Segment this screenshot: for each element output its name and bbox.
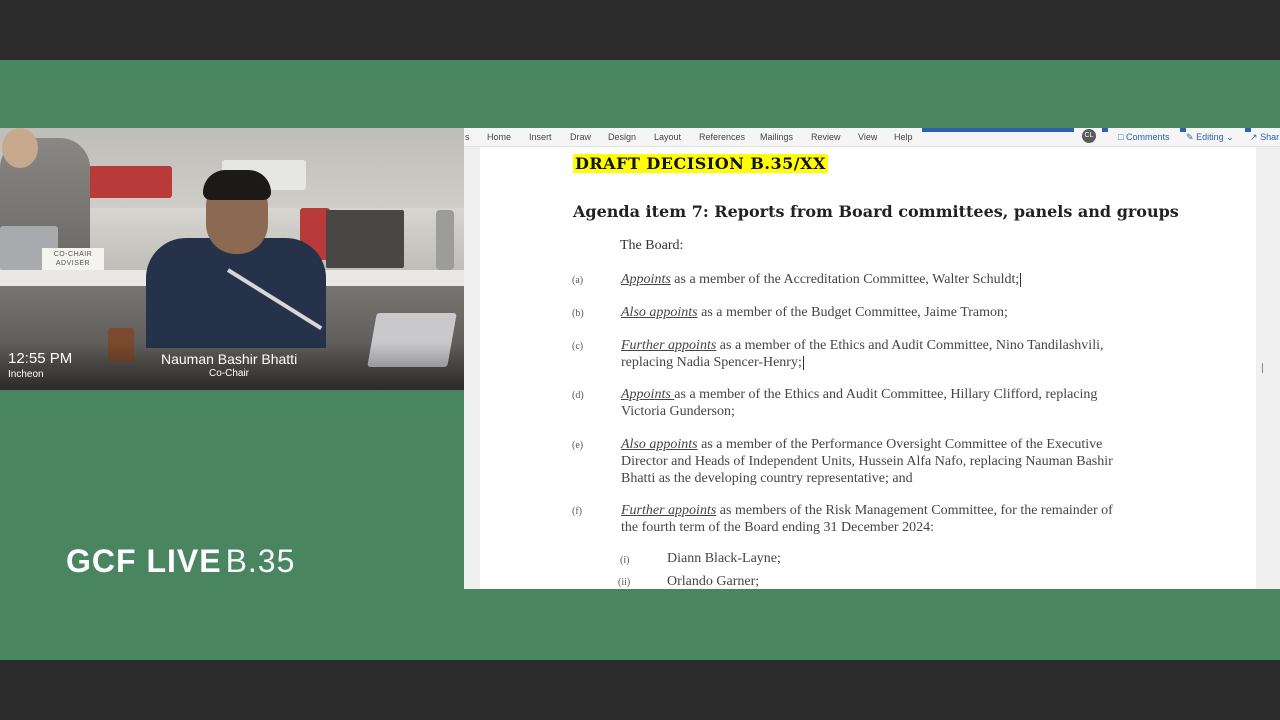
item-text: as a member of the Budget Committee, Jai… bbox=[697, 305, 1008, 320]
item-text: as members of the Risk Management Commit… bbox=[716, 503, 1113, 518]
document-page[interactable]: DRAFT DECISION B.35/XX Agenda item 7: Re… bbox=[480, 147, 1256, 589]
item-text-line2: Director and Heads of Independent Units,… bbox=[621, 454, 1113, 469]
tab-layout[interactable]: Layout bbox=[654, 132, 681, 142]
item-text: as a member of the Accreditation Committ… bbox=[670, 272, 1020, 287]
speaker-name: Nauman Bashir Bhatti bbox=[161, 351, 298, 367]
item-verb: Further appoints bbox=[621, 503, 717, 518]
tab-design[interactable]: Design bbox=[608, 132, 636, 142]
tab-review[interactable]: Review bbox=[811, 132, 841, 142]
item-verb: Further appoints bbox=[621, 338, 717, 353]
item-text: as a member of the Ethics and Audit Comm… bbox=[716, 338, 1104, 353]
item-text: as a member of the Performance Oversight… bbox=[697, 437, 1103, 452]
word-document-window: s Home Insert Draw Design Layout Referen… bbox=[464, 128, 1280, 589]
decision-item: Appoints as a member of the Accreditatio… bbox=[621, 271, 1161, 288]
item-label: (c) bbox=[572, 341, 584, 352]
video-feed: CO-CHAIR ADVISER 12:55 PM Incheon Nauman … bbox=[0, 128, 464, 390]
speaker-hair bbox=[203, 170, 271, 200]
draft-decision-heading: DRAFT DECISION B.35/XX bbox=[573, 154, 828, 173]
red-chair bbox=[88, 166, 172, 198]
brand-name: GCF LIVE bbox=[66, 543, 222, 579]
editing-label: Editing bbox=[1196, 132, 1224, 142]
dark-laptop bbox=[326, 210, 404, 268]
item-label: (b) bbox=[572, 308, 584, 319]
tab-draw[interactable]: Draw bbox=[570, 132, 591, 142]
gcf-live-logo: GCF LIVE B.35 bbox=[66, 543, 295, 580]
ribbon-toolbar: s Home Insert Draw Design Layout Referen… bbox=[464, 128, 1280, 147]
chevron-down-icon: ⌄ bbox=[1226, 132, 1234, 142]
decision-item: Appoints as a member of the Ethics and A… bbox=[621, 386, 1161, 420]
item-text-line3: Bhatti as the developing country represe… bbox=[621, 471, 913, 486]
user-avatar[interactable]: CL bbox=[1082, 129, 1096, 143]
subitem-text: Orlando Garner; bbox=[667, 574, 760, 589]
location-label: Incheon bbox=[8, 369, 44, 380]
item-label: (e) bbox=[572, 440, 584, 451]
tab-references[interactable]: References bbox=[699, 132, 745, 142]
decision-item: Also appoints as a member of the Perform… bbox=[621, 436, 1161, 487]
tab-insert[interactable]: Insert bbox=[529, 132, 552, 142]
decision-item: Further appoints as members of the Risk … bbox=[621, 502, 1161, 536]
item-verb: Appoints bbox=[621, 387, 675, 402]
subitem-label: (ii) bbox=[618, 577, 631, 588]
top-letterbox bbox=[0, 0, 1280, 60]
item-verb: Also appoints bbox=[621, 305, 698, 320]
comment-icon: □ bbox=[1118, 132, 1124, 142]
comments-button[interactable]: □ Comments bbox=[1118, 132, 1169, 142]
item-verb: Also appoints bbox=[621, 437, 698, 452]
item-label: (d) bbox=[572, 390, 584, 401]
comments-label: Comments bbox=[1125, 132, 1170, 142]
clock-time: 12:55 PM bbox=[8, 350, 73, 367]
pencil-icon: ✎ bbox=[1186, 132, 1194, 142]
decision-item: Also appoints as a member of the Budget … bbox=[621, 304, 1161, 321]
tab-home[interactable]: Home bbox=[487, 132, 511, 142]
item-label: (f) bbox=[572, 506, 582, 517]
tab-view[interactable]: View bbox=[858, 132, 877, 142]
text-cursor bbox=[802, 355, 804, 370]
ribbon-accent bbox=[1102, 128, 1108, 132]
adviser-head bbox=[2, 128, 38, 168]
item-verb: Appoints bbox=[621, 272, 671, 287]
bottom-letterbox bbox=[0, 660, 1280, 720]
ribbon-accent bbox=[922, 128, 1074, 132]
ribbon-edge: s bbox=[465, 132, 470, 142]
decision-item: Further appoints as a member of the Ethi… bbox=[621, 337, 1161, 371]
session-label: B.35 bbox=[225, 543, 296, 579]
ibeam-cursor-icon: ∣ bbox=[1260, 363, 1265, 374]
item-text: as a member of the Ethics and Audit Comm… bbox=[674, 387, 1098, 402]
tab-help[interactable]: Help bbox=[894, 132, 913, 142]
share-button[interactable]: ↗ Shar bbox=[1250, 132, 1279, 143]
agenda-title: Agenda item 7: Reports from Board commit… bbox=[573, 202, 1179, 221]
speaker-body bbox=[146, 238, 326, 348]
editing-button[interactable]: ✎ Editing ⌄ bbox=[1186, 132, 1234, 143]
subitem-text: Diann Black-Layne; bbox=[667, 551, 781, 566]
subitem-label: (i) bbox=[620, 555, 630, 566]
tab-mailings[interactable]: Mailings bbox=[760, 132, 793, 142]
text-cursor bbox=[1020, 272, 1022, 287]
item-label: (a) bbox=[572, 275, 584, 286]
share-icon: ↗ bbox=[1250, 132, 1258, 142]
co-chair-adviser-sign: CO-CHAIR ADVISER bbox=[42, 248, 104, 270]
item-text-line2: Victoria Gunderson; bbox=[621, 404, 735, 419]
water-bottle bbox=[436, 210, 454, 270]
share-label: Shar bbox=[1260, 132, 1280, 142]
item-text-line2: the fourth term of the Board ending 31 D… bbox=[621, 520, 934, 535]
speaker-role: Co-Chair bbox=[209, 368, 250, 379]
board-intro: The Board: bbox=[620, 238, 684, 253]
item-text-line2: replacing Nadia Spencer-Henry; bbox=[621, 355, 802, 370]
